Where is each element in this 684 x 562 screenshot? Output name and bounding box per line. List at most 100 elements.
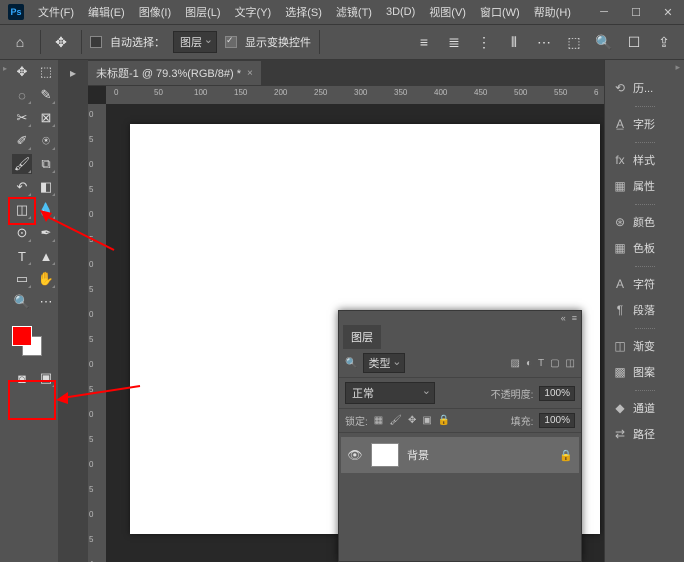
auto-select-checkbox[interactable] xyxy=(90,36,102,48)
dodge-tool[interactable]: ⊙ xyxy=(12,223,32,243)
healing-tool[interactable]: ⍟ xyxy=(36,131,56,151)
menu-view[interactable]: 视图(V) xyxy=(423,1,472,23)
filter-adjust-icon[interactable]: ◐ xyxy=(526,358,532,369)
toolbox-expand-handle[interactable]: ▸ xyxy=(0,60,10,562)
filter-image-icon[interactable]: ▨ xyxy=(510,358,519,369)
panel-色板[interactable]: ▦色板 xyxy=(605,235,684,261)
menu-image[interactable]: 图像(I) xyxy=(133,1,177,23)
panel-颜色[interactable]: ⊛颜色 xyxy=(605,209,684,235)
panel-段落[interactable]: ¶段落 xyxy=(605,297,684,323)
document-tab[interactable]: 未标题-1 @ 79.3%(RGB/8#) * × xyxy=(88,61,261,85)
menu-edit[interactable]: 编辑(E) xyxy=(82,1,131,23)
hand-tool[interactable]: ✋ xyxy=(36,269,56,289)
lock-all-icon[interactable]: 🔒 xyxy=(438,415,450,426)
ruler-tick: 200 xyxy=(274,88,287,97)
layer-row[interactable]: 👁 背景 🔒 xyxy=(341,437,579,473)
ruler-tick: 0 xyxy=(89,160,106,169)
move-tool-indicator-icon[interactable]: ✥ xyxy=(49,30,73,54)
eraser-tool[interactable]: ◧ xyxy=(36,177,56,197)
panel-渐变[interactable]: ◫渐变 xyxy=(605,333,684,359)
blur-tool[interactable]: 💧 xyxy=(36,200,56,220)
filter-type-icon[interactable]: T xyxy=(538,358,544,369)
quick-mask-tool[interactable]: ◙ xyxy=(12,368,32,388)
marquee-tool[interactable]: ⬚ xyxy=(36,62,56,82)
menu-filter[interactable]: 滤镜(T) xyxy=(330,1,378,23)
lock-position-icon[interactable]: ✥ xyxy=(408,415,416,426)
panel-options-icon[interactable]: « xyxy=(561,313,566,323)
menu-help[interactable]: 帮助(H) xyxy=(528,1,577,23)
layer-thumbnail[interactable] xyxy=(371,443,399,467)
screen-mode-tool[interactable]: ▣ xyxy=(36,368,56,388)
panel-历...[interactable]: ⟲历... xyxy=(605,75,684,101)
filter-kind-dropdown[interactable]: 类型 xyxy=(363,353,405,373)
edit-toolbar[interactable]: ⋯ xyxy=(36,292,56,312)
align-icon-2[interactable]: ≣ xyxy=(442,30,466,54)
ruler-tick: 5 xyxy=(89,135,106,144)
frame-tool[interactable]: ⊠ xyxy=(36,108,56,128)
type-tool[interactable]: T xyxy=(12,246,32,266)
lock-artboard-icon[interactable]: ▣ xyxy=(422,415,431,426)
clone-tool[interactable]: ⧉ xyxy=(36,154,56,174)
lock-transparency-icon[interactable]: ▦ xyxy=(374,415,383,426)
panel-menu-icon[interactable]: ≡ xyxy=(572,313,577,323)
panel-路径[interactable]: ⇄路径 xyxy=(605,421,684,447)
color-swatches[interactable] xyxy=(12,326,42,356)
foreground-color[interactable] xyxy=(12,326,32,346)
zoom-tool[interactable]: 🔍 xyxy=(12,292,32,312)
minimize-button[interactable]: ─ xyxy=(588,0,620,24)
brush-tool[interactable]: 🖌 xyxy=(12,154,32,174)
shape-tool[interactable]: ▭ xyxy=(12,269,32,289)
menu-layer[interactable]: 图层(L) xyxy=(179,1,226,23)
auto-select-dropdown[interactable]: 图层 xyxy=(173,31,217,53)
maximize-button[interactable]: ☐ xyxy=(620,0,652,24)
menu-3d[interactable]: 3D(D) xyxy=(380,3,421,21)
quick-select-tool[interactable]: ✎ xyxy=(36,85,56,105)
lock-paint-icon[interactable]: 🖌 xyxy=(389,415,402,426)
menu-type[interactable]: 文字(Y) xyxy=(229,1,278,23)
panel-字形[interactable]: A̲字形 xyxy=(605,111,684,137)
align-icon-3[interactable]: ⋮ xyxy=(472,30,496,54)
layer-name[interactable]: 背景 xyxy=(407,447,429,463)
panel-图案[interactable]: ▩图案 xyxy=(605,359,684,385)
workspace-icon[interactable]: ☐ xyxy=(622,30,646,54)
ruler-tick: 0 xyxy=(89,510,106,519)
pen-tool[interactable]: ✒ xyxy=(36,223,56,243)
filter-shape-icon[interactable]: ▢ xyxy=(550,358,559,369)
3d-icon[interactable]: ⬚ xyxy=(562,30,586,54)
align-icon[interactable]: ≡ xyxy=(412,30,436,54)
menu-select[interactable]: 选择(S) xyxy=(279,1,328,23)
lasso-tool[interactable]: ◌ xyxy=(12,85,32,105)
opacity-input[interactable]: 100% xyxy=(539,386,575,401)
distribute-icon[interactable]: ⫴ xyxy=(502,30,526,54)
menu-file[interactable]: 文件(F) xyxy=(32,1,80,23)
menu-window[interactable]: 窗口(W) xyxy=(474,1,526,23)
filter-smart-icon[interactable]: ◫ xyxy=(566,358,575,369)
ruler-tick: 0 xyxy=(89,360,106,369)
home-icon[interactable]: ⌂ xyxy=(8,30,32,54)
panel-字符[interactable]: A字符 xyxy=(605,271,684,297)
close-icon[interactable]: × xyxy=(247,68,253,79)
panels-collapse-icon[interactable]: ▸ xyxy=(605,60,684,75)
panel-icon: ▦ xyxy=(613,179,627,193)
search-icon[interactable]: 🔍 xyxy=(345,358,357,369)
path-select-tool[interactable]: ▲ xyxy=(36,246,56,266)
panel-样式[interactable]: fx样式 xyxy=(605,147,684,173)
panel-属性[interactable]: ▦属性 xyxy=(605,173,684,199)
visibility-icon[interactable]: 👁 xyxy=(347,448,363,462)
eyedropper-tool[interactable]: ✐ xyxy=(12,131,32,151)
search-icon[interactable]: 🔍 xyxy=(592,30,616,54)
move-tool[interactable]: ✥ xyxy=(12,62,32,82)
layers-tab[interactable]: 图层 xyxy=(343,325,381,349)
share-icon[interactable]: ⇪ xyxy=(652,30,676,54)
show-transform-checkbox[interactable] xyxy=(225,36,237,48)
panel-通道[interactable]: ◆通道 xyxy=(605,395,684,421)
crop-tool[interactable]: ✂ xyxy=(12,108,32,128)
ruler-tick: 5 xyxy=(89,485,106,494)
close-button[interactable]: ✕ xyxy=(652,0,684,24)
panel-strip-expand-icon[interactable]: ▸ xyxy=(70,66,76,80)
blend-mode-dropdown[interactable]: 正常 xyxy=(345,382,435,404)
history-brush-tool[interactable]: ↶ xyxy=(12,177,32,197)
fill-input[interactable]: 100% xyxy=(539,413,575,428)
more-icon[interactable]: ⋯ xyxy=(532,30,556,54)
gradient-tool[interactable]: ◫ xyxy=(12,200,32,220)
